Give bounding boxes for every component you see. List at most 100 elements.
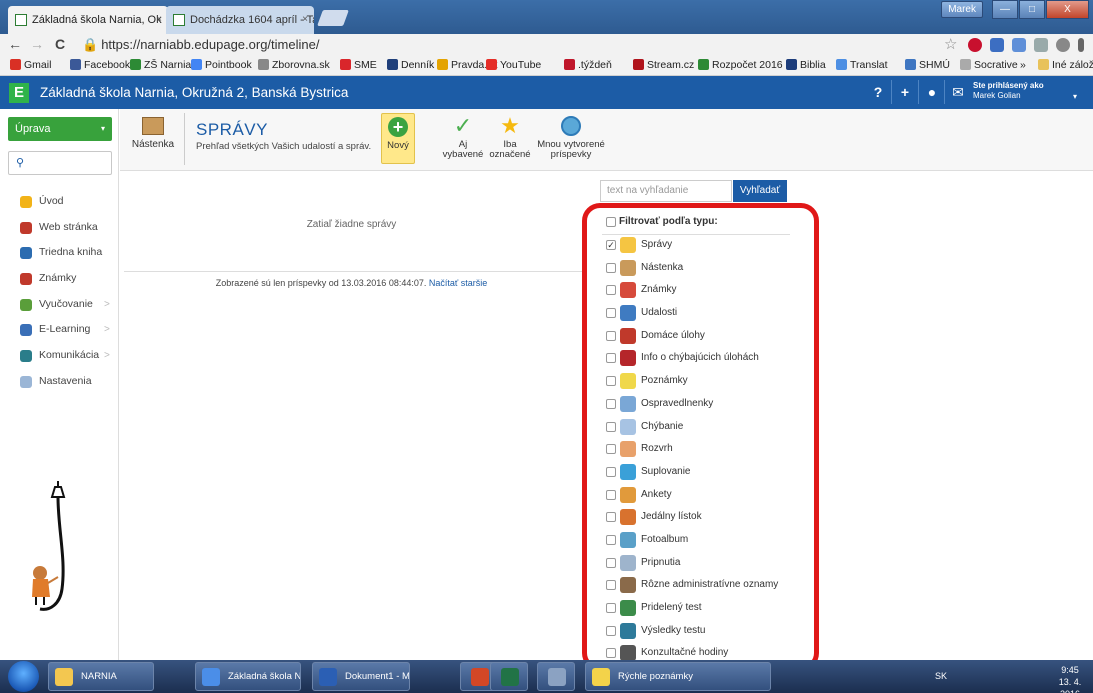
sidebar-item-komunikácia[interactable]: Komunikácia >	[0, 343, 118, 369]
tab-close-icon[interactable]: ×	[302, 6, 308, 34]
back-arrow-icon[interactable]: ←	[8, 36, 22, 52]
bookmark-item[interactable]: Zborovna.sk	[258, 59, 330, 71]
teaching-icon	[20, 298, 32, 311]
forward-arrow-icon[interactable]: →	[30, 36, 44, 52]
bookmark-item[interactable]: Stream.cz	[633, 59, 694, 71]
communication-icon	[20, 350, 32, 363]
taskbar-item[interactable]: Dokument1 - Mic...	[312, 662, 410, 691]
bookmark-label: SHMÚ	[919, 59, 950, 71]
language-indicator[interactable]: SK	[935, 671, 947, 681]
maximize-button[interactable]: □	[1019, 0, 1045, 19]
taskbar-app-icon	[319, 668, 337, 686]
bookmark-favicon-icon	[836, 59, 847, 70]
sidebar-item-e-learning[interactable]: E-Learning >	[0, 317, 118, 343]
book-icon	[20, 247, 32, 260]
browser-tab-active[interactable]: Základná škola Narnia, Ok ×	[8, 6, 168, 34]
bookmark-item[interactable]: SME	[340, 59, 377, 71]
taskbar-item[interactable]: Rýchle poznámky	[585, 662, 771, 691]
bookmark-item[interactable]: Gmail	[10, 59, 51, 71]
only-starred-label-2: označené	[489, 149, 531, 160]
taskbar-app-icon	[592, 668, 610, 686]
sidebar-search-input[interactable]: ⚲	[8, 151, 112, 175]
opera-extension-icon[interactable]	[968, 38, 982, 52]
taskbar-item[interactable]	[490, 662, 528, 691]
taskbar-item[interactable]: Základná škola N...	[195, 662, 301, 691]
extension-v-icon[interactable]	[990, 38, 1004, 52]
more-bookmarks-button[interactable]: »	[1020, 59, 1026, 71]
bookmark-favicon-icon	[905, 59, 916, 70]
sidebar-item-triedna-kniha[interactable]: Triedna kniha	[0, 240, 118, 266]
bookmark-item[interactable]: Socrative	[960, 59, 1018, 71]
sidebar-item-nastavenia[interactable]: Nastavenia	[0, 369, 118, 395]
highlight-annotation-box	[582, 203, 819, 671]
chat-icon[interactable]: ●	[920, 80, 944, 104]
add-button[interactable]: +	[893, 80, 917, 104]
new-message-button[interactable]: + Nový	[381, 113, 415, 164]
tab-title: Dochádzka 1604 apríl - Ta	[190, 14, 314, 26]
browser-tab-inactive[interactable]: Dochádzka 1604 apríl - Ta ×	[166, 6, 314, 34]
bookmark-favicon-icon	[437, 59, 448, 70]
user-menu[interactable]: Ste prihlásený ako Marek Golian ▾	[973, 81, 1077, 101]
edit-dropdown-button[interactable]: Úprava ▾	[8, 117, 112, 141]
menu-icon[interactable]	[1078, 38, 1084, 52]
url-field[interactable]: 🔒 https://narniabb.edupage.org/timeline/	[82, 37, 319, 53]
translate-extension-icon[interactable]	[1012, 38, 1026, 52]
sidebar-item-label: Známky	[39, 272, 77, 285]
divider	[124, 271, 583, 272]
tab-title: Základná škola Narnia, Ok	[32, 14, 162, 26]
checkmark-icon: ✓	[453, 113, 473, 138]
include-done-button[interactable]: ✓ Aj vybavené	[440, 113, 486, 160]
taskbar-item[interactable]: NARNIA	[48, 662, 154, 691]
bookmark-star-icon[interactable]: ☆	[944, 35, 957, 53]
taskbar-app-icon	[202, 668, 220, 686]
my-posts-button[interactable]: Mnou vytvorené príspevky	[536, 113, 606, 160]
reload-icon[interactable]: C	[55, 36, 65, 52]
bookmark-label: Rozpočet 2016	[712, 59, 783, 71]
settings-icon	[20, 375, 32, 388]
other-bookmarks-folder[interactable]: Iné záložk	[1038, 59, 1093, 71]
bookmark-favicon-icon	[960, 59, 971, 70]
filter-search-button[interactable]: Vyhľadať	[733, 180, 787, 202]
bookmark-item[interactable]: .týždeň	[564, 59, 612, 71]
minimize-button[interactable]: —	[992, 0, 1018, 19]
timeline-content: Zatiaľ žiadne správy Zobrazené sú len pr…	[120, 172, 583, 660]
help-button[interactable]: ?	[866, 80, 890, 104]
filter-search-input[interactable]: text na vyhľadanie	[600, 180, 732, 202]
extension-icon[interactable]	[1034, 38, 1048, 52]
bookmark-item[interactable]: Rozpočet 2016	[698, 59, 783, 71]
board-label: Nástenka	[131, 139, 175, 150]
sidebar-item-label: Web stránka	[39, 220, 98, 233]
close-window-button[interactable]: X	[1046, 0, 1089, 19]
shown-since-text: Zobrazené sú len príspevky od 13.03.2016…	[120, 278, 583, 288]
sidebar-item-web-stránka[interactable]: Web stránka	[0, 215, 118, 241]
bookmark-label: SME	[354, 59, 377, 71]
tab-close-icon[interactable]: ×	[156, 6, 162, 34]
bookmark-item[interactable]: Biblia	[786, 59, 826, 71]
load-older-link[interactable]: Načítať staršie	[429, 278, 487, 288]
board-button[interactable]: Nástenka	[130, 117, 176, 150]
taskbar-item[interactable]	[537, 662, 575, 691]
bookmark-label: .týždeň	[578, 59, 612, 71]
only-starred-button[interactable]: ★ Iba označené	[488, 113, 532, 160]
bookmark-item[interactable]: Pointbook	[191, 59, 252, 71]
edupage-logo[interactable]: E	[9, 83, 29, 103]
browser-user-badge[interactable]: Marek	[941, 1, 983, 18]
bookmark-item[interactable]: SHMÚ	[905, 59, 950, 71]
mail-icon[interactable]: ✉	[946, 80, 970, 104]
bookmark-item[interactable]: YouTube	[486, 59, 541, 71]
bookmark-label: Stream.cz	[647, 59, 695, 71]
sidebar-item-vyučovanie[interactable]: Vyučovanie >	[0, 292, 118, 318]
bookmark-favicon-icon	[786, 59, 797, 70]
extension-globe-icon[interactable]	[1056, 38, 1070, 52]
sidebar-item-úvod[interactable]: Úvod	[0, 189, 118, 215]
sidebar-item-známky[interactable]: Známky	[0, 266, 118, 292]
clock[interactable]: 9:45 13. 4. 2016	[1050, 664, 1090, 693]
bookmark-item[interactable]: ZŠ Narnia	[130, 59, 191, 71]
start-button[interactable]	[8, 661, 39, 692]
bookmark-item[interactable]: Translat	[836, 59, 888, 71]
sidebar-item-label: Komunikácia	[39, 349, 100, 362]
new-tab-button[interactable]	[317, 10, 349, 26]
add-circle-icon: +	[388, 117, 408, 137]
bookmark-favicon-icon	[633, 59, 644, 70]
bookmark-item[interactable]: Facebook	[70, 59, 130, 71]
